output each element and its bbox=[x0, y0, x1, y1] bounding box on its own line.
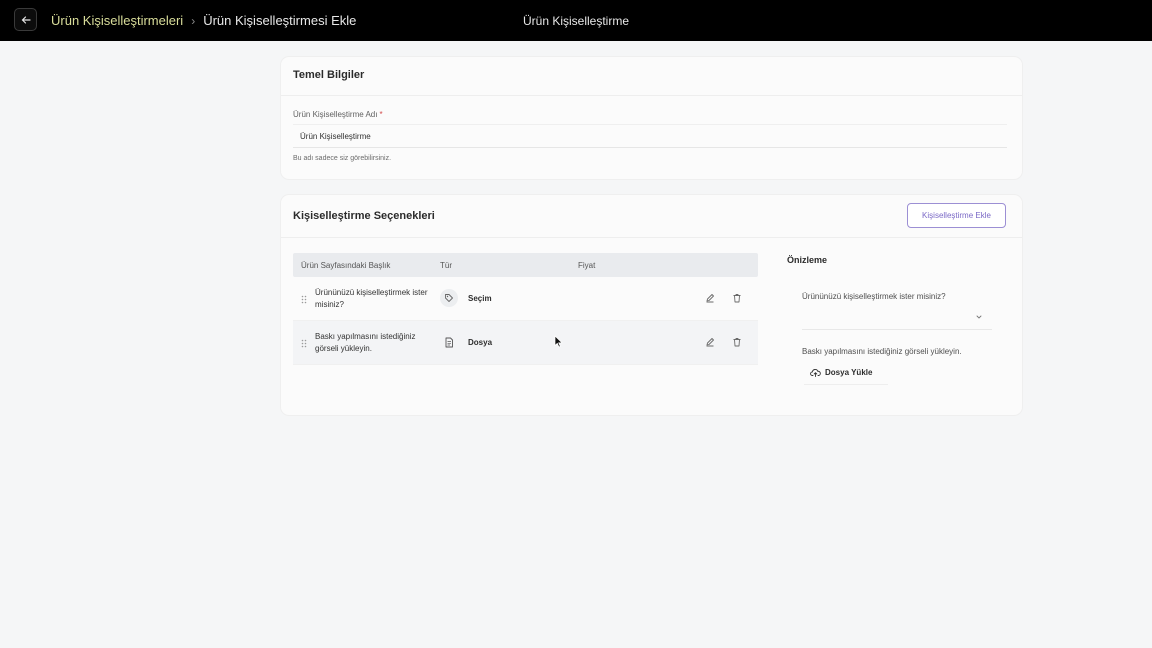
delete-button[interactable] bbox=[730, 291, 744, 305]
breadcrumb-parent-link[interactable]: Ürün Kişiselleştirmeleri bbox=[51, 13, 183, 28]
options-card: Kişiselleştirme Seçenekleri Kişiselleşti… bbox=[281, 195, 1022, 415]
name-field-label: Ürün Kişiselleştirme Adı * bbox=[293, 110, 383, 119]
basic-info-title: Temel Bilgiler bbox=[293, 69, 365, 81]
file-icon bbox=[440, 333, 458, 351]
trash-icon bbox=[733, 338, 741, 347]
table-row: Ürününüzü kişiselleştirmek ister misiniz… bbox=[293, 277, 758, 321]
column-header-price: Fiyat bbox=[578, 261, 596, 270]
upload-label: Dosya Yükle bbox=[825, 368, 873, 377]
edit-button[interactable] bbox=[703, 291, 717, 305]
table-header: Ürün Sayfasındaki Başlık Tür Fiyat bbox=[293, 253, 758, 277]
preview-question-file: Baskı yapılmasını istediğiniz görseli yü… bbox=[802, 347, 962, 356]
name-input[interactable] bbox=[293, 124, 1007, 148]
row-title: Baskı yapılmasını istediğiniz görseli yü… bbox=[315, 332, 416, 353]
trash-icon bbox=[733, 294, 741, 303]
divider bbox=[281, 95, 1022, 96]
add-customization-button[interactable]: Kişiselleştirme Ekle bbox=[907, 203, 1006, 228]
upload-cloud-icon bbox=[810, 369, 821, 377]
drag-handle-icon[interactable] bbox=[301, 295, 307, 304]
pencil-icon bbox=[706, 338, 714, 347]
preview-select[interactable] bbox=[802, 306, 992, 330]
file-upload-button[interactable]: Dosya Yükle bbox=[804, 361, 888, 385]
back-button[interactable] bbox=[14, 8, 37, 31]
name-help-text: Bu adı sadece siz görebilirsiniz. bbox=[293, 155, 392, 162]
required-mark: * bbox=[379, 110, 383, 119]
name-label-text: Ürün Kişiselleştirme Adı bbox=[293, 110, 378, 119]
row-title: Ürününüzü kişiselleştirmek ister misiniz… bbox=[315, 288, 428, 309]
delete-button[interactable] bbox=[730, 335, 744, 349]
options-table: Ürün Sayfasındaki Başlık Tür Fiyat Ürünü… bbox=[293, 253, 758, 365]
arrow-left-icon bbox=[21, 15, 31, 24]
drag-handle-icon[interactable] bbox=[301, 339, 307, 348]
row-type: Seçim bbox=[468, 294, 492, 303]
pencil-icon bbox=[706, 294, 714, 303]
table-row: Baskı yapılmasını istediğiniz görseli yü… bbox=[293, 321, 758, 365]
options-title: Kişiselleştirme Seçenekleri bbox=[293, 210, 435, 222]
column-header-type: Tür bbox=[440, 261, 452, 270]
preview-question-select: Ürününüzü kişiselleştirmek ister misiniz… bbox=[802, 292, 946, 301]
column-header-title: Ürün Sayfasındaki Başlık bbox=[301, 261, 391, 270]
preview-title: Önizleme bbox=[787, 255, 828, 265]
edit-button[interactable] bbox=[703, 335, 717, 349]
row-type: Dosya bbox=[468, 338, 493, 347]
divider bbox=[281, 237, 1022, 238]
top-bar: Ürün Kişiselleştirmeleri › Ürün Kişisell… bbox=[0, 0, 1152, 41]
basic-info-card: Temel Bilgiler Ürün Kişiselleştirme Adı *… bbox=[281, 57, 1022, 179]
breadcrumb-current: Ürün Kişiselleştirmesi Ekle bbox=[203, 13, 357, 28]
tag-icon bbox=[440, 289, 458, 307]
breadcrumb: Ürün Kişiselleştirmeleri › Ürün Kişisell… bbox=[51, 0, 356, 41]
chevron-down-icon bbox=[976, 315, 982, 319]
breadcrumb-separator: › bbox=[191, 13, 196, 28]
